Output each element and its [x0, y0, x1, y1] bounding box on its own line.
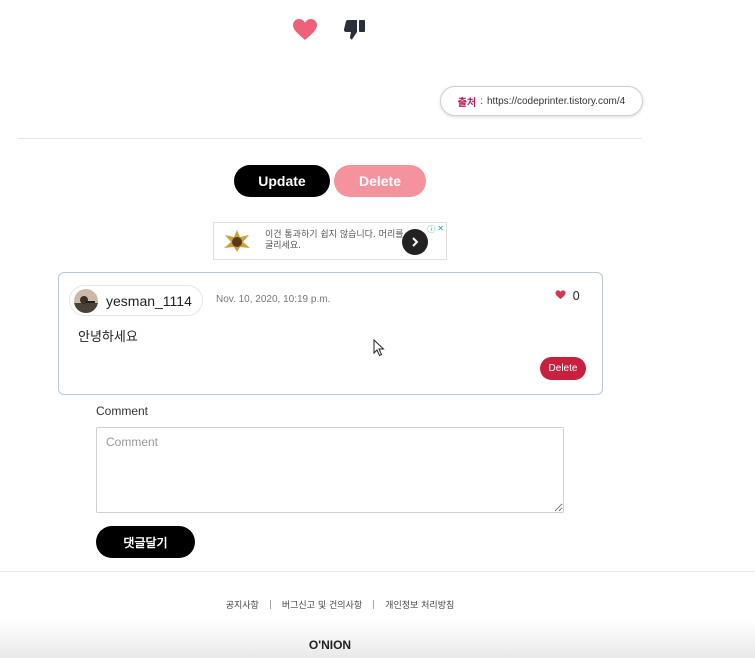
- ad-text: 이건 통과하기 쉽지 않습니다. 머리를 굴리세요.: [265, 230, 404, 251]
- heart-icon[interactable]: [292, 18, 318, 42]
- info-icon[interactable]: ⓘ: [427, 224, 435, 235]
- ad-badges: ⓘ ✕: [427, 224, 444, 235]
- source-separator: :: [480, 95, 483, 107]
- source-url[interactable]: https://codeprinter.tistory.com/4: [487, 96, 625, 107]
- chevron-right-icon[interactable]: [402, 229, 428, 255]
- comment-author[interactable]: yesman_1114: [69, 285, 203, 316]
- source-link[interactable]: 출처 : https://codeprinter.tistory.com/4: [440, 86, 643, 116]
- footer-divider: [0, 571, 755, 572]
- post-reactions: [292, 18, 366, 42]
- comment-body: 안녕하세요: [78, 330, 138, 345]
- comment-like-counter: 0: [555, 289, 580, 303]
- avatar: [74, 288, 98, 313]
- delete-comment-button[interactable]: Delete: [540, 357, 586, 380]
- footer-brand: O'NION: [308, 638, 352, 652]
- comment-input[interactable]: [96, 427, 564, 513]
- comment-username: yesman_1114: [106, 292, 192, 309]
- comment-card: yesman_1114 Nov. 10, 2020, 10:19 p.m. 0 …: [58, 272, 603, 395]
- delete-post-button[interactable]: Delete: [334, 165, 426, 197]
- submit-comment-button[interactable]: 댓글달기: [96, 526, 195, 558]
- content-divider: [18, 138, 642, 139]
- comment-date: Nov. 10, 2020, 10:19 p.m.: [216, 294, 331, 305]
- footer-links: 공지사항 | 버그신고 및 건의사항 | 개인정보 처리방침: [0, 598, 680, 612]
- source-label: 출처: [457, 97, 477, 109]
- comment-like-count: 0: [572, 289, 580, 303]
- footer-separator: |: [372, 599, 376, 610]
- ad-thumbnail-icon: [224, 230, 250, 252]
- update-post-button[interactable]: Update: [234, 165, 330, 197]
- close-icon[interactable]: ✕: [437, 224, 444, 235]
- footer-link-privacy[interactable]: 개인정보 처리방침: [385, 598, 454, 611]
- thumbs-down-icon[interactable]: [342, 18, 366, 42]
- mouse-cursor-icon: [373, 339, 385, 357]
- comment-form-label: Comment: [96, 404, 149, 418]
- footer-separator: |: [268, 599, 272, 610]
- heart-icon[interactable]: [555, 289, 566, 303]
- footer-link-notice[interactable]: 공지사항: [226, 598, 259, 611]
- footer-link-bug-report[interactable]: 버그신고 및 건의사항: [282, 598, 362, 611]
- ad-banner[interactable]: 이건 통과하기 쉽지 않습니다. 머리를 굴리세요. ⓘ ✕: [213, 222, 447, 260]
